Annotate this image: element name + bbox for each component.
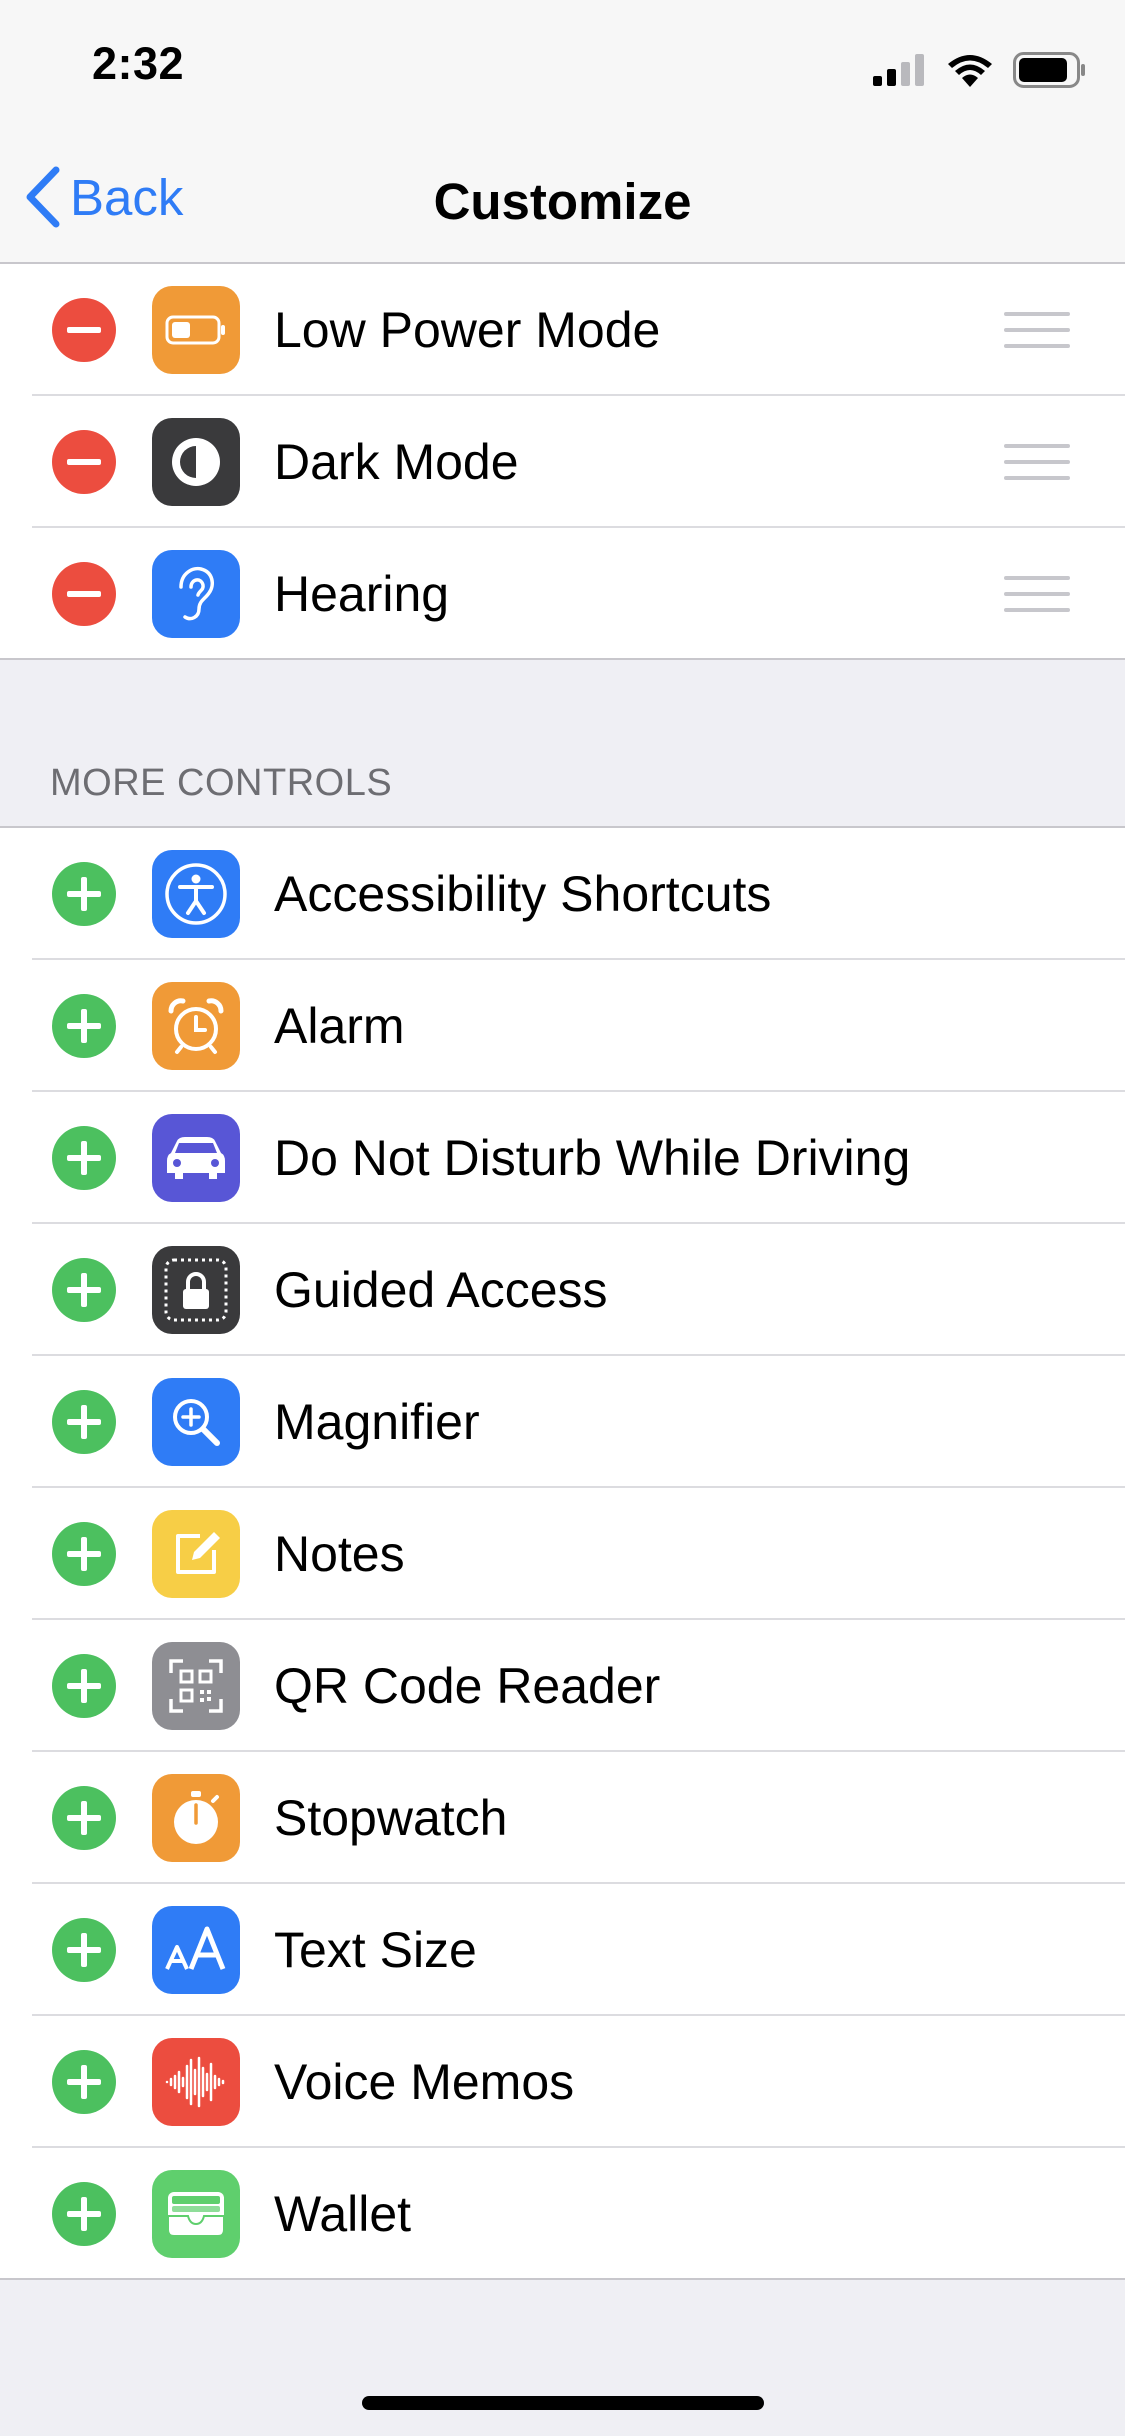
status-bar: 2:32 [0, 0, 1125, 132]
wallet-icon [152, 2170, 240, 2258]
battery-icon [152, 286, 240, 374]
remove-button[interactable] [52, 298, 116, 362]
reorder-handle[interactable] [1004, 312, 1070, 348]
control-label: Alarm [274, 998, 405, 1054]
list-item: Magnifier [0, 1356, 1125, 1488]
voice-memos-icon [152, 2038, 240, 2126]
add-button[interactable] [52, 1126, 116, 1190]
remove-button[interactable] [52, 562, 116, 626]
control-label: Magnifier [274, 1394, 480, 1450]
add-button[interactable] [52, 1522, 116, 1586]
plus-icon [67, 1273, 101, 1307]
plus-icon [67, 2065, 101, 2099]
alarm-clock-icon [152, 982, 240, 1070]
remove-button[interactable] [52, 430, 116, 494]
plus-icon [67, 877, 101, 911]
control-label: Accessibility Shortcuts [274, 866, 772, 922]
home-indicator[interactable] [362, 2396, 764, 2410]
list-item: Accessibility Shortcuts [0, 828, 1125, 960]
plus-icon [67, 1141, 101, 1175]
status-time: 2:32 [92, 38, 185, 89]
control-label: Stopwatch [274, 1790, 508, 1846]
add-button[interactable] [52, 1654, 116, 1718]
stopwatch-icon [152, 1774, 240, 1862]
control-label: Low Power Mode [274, 302, 661, 358]
ear-icon [152, 550, 240, 638]
add-button[interactable] [52, 1258, 116, 1322]
list-item: Text Size [0, 1884, 1125, 2016]
add-button[interactable] [52, 1390, 116, 1454]
list-item: QR Code Reader [0, 1620, 1125, 1752]
list-item: Hearing [0, 528, 1125, 660]
cellular-signal-icon [873, 54, 924, 86]
list-item: Low Power Mode [0, 264, 1125, 396]
control-label: Dark Mode [274, 434, 519, 490]
list-item: Stopwatch [0, 1752, 1125, 1884]
list-item: Voice Memos [0, 2016, 1125, 2148]
control-label: Text Size [274, 1922, 477, 1978]
status-icons [873, 48, 1087, 92]
plus-icon [67, 1537, 101, 1571]
list-item: Dark Mode [0, 396, 1125, 528]
list-item: Notes [0, 1488, 1125, 1620]
car-icon [152, 1114, 240, 1202]
plus-icon [67, 1405, 101, 1439]
accessibility-icon [152, 850, 240, 938]
page-title: Customize [433, 173, 692, 230]
plus-icon [67, 1669, 101, 1703]
navigation-bar: Back Customize [0, 132, 1125, 264]
control-label: Wallet [274, 2186, 412, 2242]
wifi-icon [948, 55, 992, 87]
lock-icon [152, 1246, 240, 1334]
text-size-icon [152, 1906, 240, 1994]
battery-icon [1013, 52, 1085, 88]
minus-icon [67, 459, 101, 465]
included-controls-list: Low Power Mode Dark Mode Hearing [0, 264, 1125, 660]
control-label: QR Code Reader [274, 1658, 661, 1714]
control-label: Voice Memos [274, 2054, 575, 2110]
add-button[interactable] [52, 2050, 116, 2114]
list-item: Wallet [0, 2148, 1125, 2280]
more-controls-list: Accessibility Shortcuts Alarm Do Not Dis… [0, 828, 1125, 2280]
reorder-handle[interactable] [1004, 576, 1070, 612]
control-label: Do Not Disturb While Driving [274, 1130, 911, 1186]
plus-icon [67, 2197, 101, 2231]
reorder-handle[interactable] [1004, 444, 1070, 480]
add-button[interactable] [52, 994, 116, 1058]
add-button[interactable] [52, 1786, 116, 1850]
add-button[interactable] [52, 1918, 116, 1982]
qr-code-icon [152, 1642, 240, 1730]
plus-icon [67, 1801, 101, 1835]
list-item: Do Not Disturb While Driving [0, 1092, 1125, 1224]
list-item: Alarm [0, 960, 1125, 1092]
add-button[interactable] [52, 862, 116, 926]
add-button[interactable] [52, 2182, 116, 2246]
plus-icon [67, 1933, 101, 1967]
plus-icon [67, 1009, 101, 1043]
control-label: Notes [274, 1526, 405, 1582]
control-label: Guided Access [274, 1262, 608, 1318]
list-item: Guided Access [0, 1224, 1125, 1356]
section-header: MORE CONTROLS [50, 762, 393, 804]
control-label: Hearing [274, 566, 450, 622]
notes-icon [152, 1510, 240, 1598]
minus-icon [67, 327, 101, 333]
dark-mode-icon [152, 418, 240, 506]
minus-icon [67, 591, 101, 597]
magnifier-icon [152, 1378, 240, 1466]
